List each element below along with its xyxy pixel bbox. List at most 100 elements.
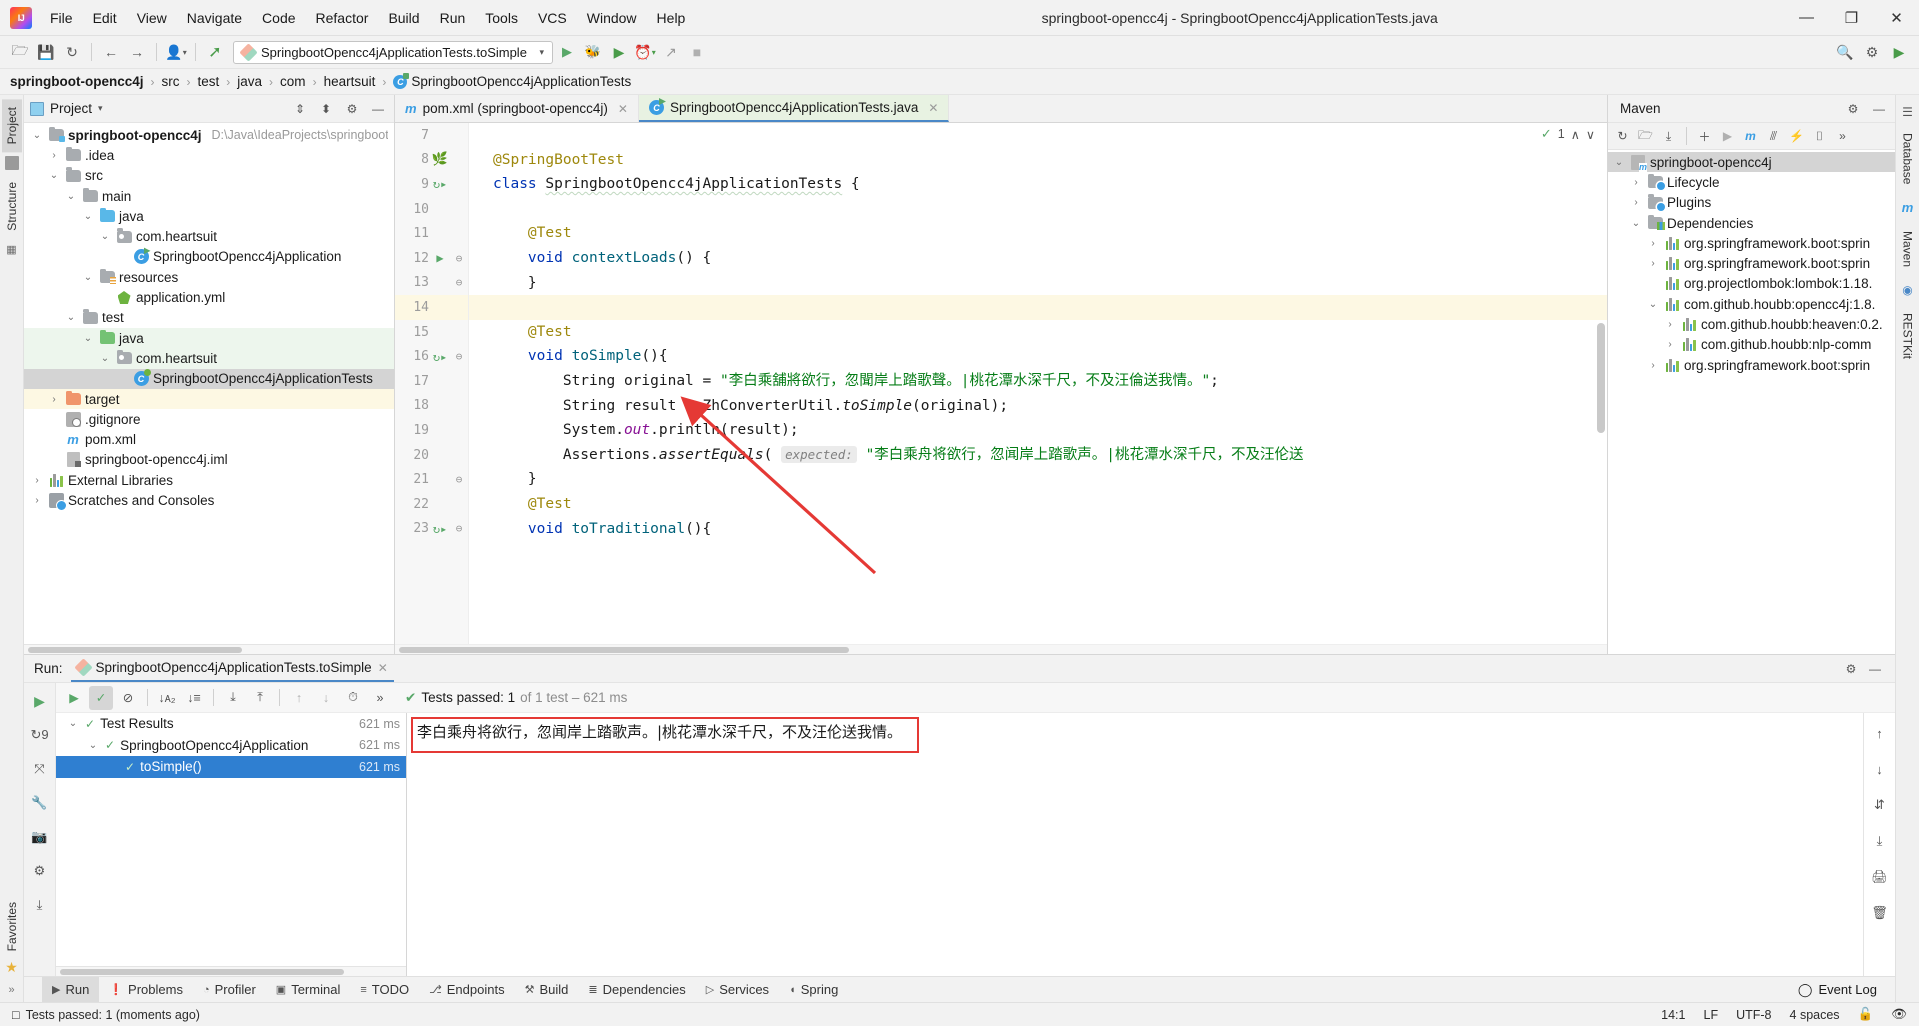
gutter-line[interactable]: 23 ↻▸ ⊖	[395, 517, 468, 542]
gutter-line[interactable]: 16 ↻▸ ⊖	[395, 344, 468, 369]
scroll-down-icon[interactable]: ↓	[1868, 757, 1892, 781]
tree-toggle-icon[interactable]: ⌄	[81, 333, 95, 344]
bottom-tab-services[interactable]: ▷ Services	[696, 977, 779, 1002]
run-hide-icon[interactable]: —	[1865, 659, 1885, 679]
project-tree-row[interactable]: C SpringbootOpencc4jApplication	[24, 247, 394, 267]
maven-tree-row[interactable]: › com.github.houbb:nlp-comm	[1608, 335, 1895, 355]
gutter-line[interactable]: 9 ↻▸	[395, 172, 468, 197]
breadcrumb-item-1[interactable]: src	[162, 74, 180, 89]
run-settings-icon[interactable]: ⚙	[1841, 659, 1861, 679]
add-maven-project-icon[interactable]: ＋	[1694, 126, 1715, 147]
tree-toggle-icon[interactable]: ⌄	[81, 272, 95, 283]
toggle-skip-tests-icon[interactable]: ⚡	[1786, 126, 1807, 147]
maven-tree-row[interactable]: › Lifecycle	[1608, 172, 1895, 192]
hide-panel-icon[interactable]: —	[368, 99, 388, 119]
breadcrumb-item-5[interactable]: heartsuit	[324, 74, 376, 89]
tree-toggle-icon[interactable]: ⌄	[86, 740, 100, 751]
code-line[interactable]: @SpringBootTest	[469, 148, 1607, 173]
maven-tree-row[interactable]: ⌄ com.github.houbb:opencc4j:1.8.	[1608, 294, 1895, 314]
menu-code[interactable]: Code	[252, 6, 305, 30]
run-test-gutter-icon[interactable]: ↻▸	[433, 350, 447, 364]
code-line[interactable]: void toSimple(){	[469, 344, 1607, 369]
scroll-up-icon[interactable]: ↑	[1868, 721, 1892, 745]
menu-refactor[interactable]: Refactor	[306, 6, 379, 30]
tree-toggle-icon[interactable]: ›	[30, 495, 44, 506]
export-icon[interactable]: ⤓	[28, 893, 52, 917]
tree-toggle-icon[interactable]: ›	[47, 394, 61, 405]
menu-tools[interactable]: Tools	[475, 6, 528, 30]
breadcrumb-item-0[interactable]: springboot-opencc4j	[10, 74, 144, 89]
breadcrumb-item-6[interactable]: C SpringbootOpencc4jApplicationTests	[393, 72, 631, 89]
console-output[interactable]: 李白乘舟将欲行，忽闻岸上踏歌声。|桃花潭水深千尺，不及汪伦送我情。	[407, 713, 1863, 976]
run-button[interactable]: ▶	[555, 40, 579, 64]
profiler-button[interactable]: ⏰ ▾	[633, 40, 657, 64]
bottom-tab-todo[interactable]: ≡ TODO	[350, 977, 419, 1002]
navigate-back-icon[interactable]: ←	[99, 40, 123, 64]
settings-icon[interactable]: ⚙	[1860, 40, 1884, 64]
menu-edit[interactable]: Edit	[83, 6, 127, 30]
inspection-prev-icon[interactable]: ∧	[1571, 127, 1580, 142]
run-with-coverage-button[interactable]: ▶	[607, 40, 631, 64]
next-failed-button[interactable]: ↓	[314, 686, 338, 710]
caret-position[interactable]: 14:1	[1661, 1008, 1685, 1022]
bottom-tab-problems[interactable]: ❗ Problems	[99, 977, 193, 1002]
project-tree-row[interactable]: ⌄ main	[24, 186, 394, 206]
tree-toggle-icon[interactable]: ⌄	[64, 312, 78, 323]
maven-tree-row[interactable]: › org.springframework.boot:sprin	[1608, 355, 1895, 375]
tree-toggle-icon[interactable]: ›	[1646, 258, 1660, 269]
sort-alphabetically-button[interactable]: ↓ᴀ₂	[155, 686, 179, 710]
search-everywhere-icon[interactable]: 🔍	[1833, 40, 1857, 64]
breadcrumb-item-2[interactable]: test	[198, 74, 220, 89]
gutter-line[interactable]: 11	[395, 221, 468, 246]
collapse-all-button[interactable]: ⤒	[248, 686, 272, 710]
run-test-gutter-icon[interactable]: ↻▸	[433, 177, 447, 191]
run-method-gutter-icon[interactable]: ▶	[436, 251, 443, 265]
code-line[interactable]: }	[469, 271, 1607, 296]
attach-button[interactable]: ↗	[659, 40, 683, 64]
rail-tab-project[interactable]: Project	[1, 99, 22, 153]
expand-all-icon[interactable]: ⌷	[1809, 126, 1830, 147]
project-tree-row[interactable]: ⌄ resources	[24, 267, 394, 287]
code-line[interactable]: }	[469, 467, 1607, 492]
project-tree-row[interactable]: ⌄ springboot-opencc4j D:\Java\IdeaProjects…	[24, 125, 394, 145]
tree-toggle-icon[interactable]: ›	[1629, 177, 1643, 188]
code-line[interactable]: String original = "李白乘舖將欲行，忽聞岸上踏歌聲。|桃花潭水…	[469, 369, 1607, 394]
lock-icon[interactable]: 🔓	[1858, 1007, 1874, 1022]
profile-icon[interactable]: 👤 ▾	[164, 40, 188, 64]
close-icon[interactable]: ✕	[928, 101, 938, 115]
test-result-row[interactable]: ✓ toSimple() 621 ms	[56, 756, 406, 778]
breadcrumb-item-3[interactable]: java	[237, 74, 262, 89]
scroll-to-end-icon[interactable]: ⤓	[1868, 829, 1892, 853]
project-tree-row[interactable]: ⌄ java	[24, 206, 394, 226]
code-fold-icon[interactable]: ⊖	[451, 473, 467, 486]
editor-vscrollbar[interactable]	[1595, 123, 1607, 644]
tree-toggle-icon[interactable]: ⌄	[1612, 157, 1626, 168]
test-result-row[interactable]: ⌄ ✓ SpringbootOpencc4jApplication 621 ms	[56, 735, 406, 757]
project-tree-row[interactable]: › Scratches and Consoles	[24, 490, 394, 511]
editor-gutter[interactable]: 7 8 🌿 9 ↻▸ 10 11 12 ▶ ⊖ 13 ⊖ 14 15 16 ↻▸ ⊖ 17 18 19 20 21 ⊖ 22 2…	[395, 123, 469, 644]
run-test-gutter-icon[interactable]: ↻▸	[433, 522, 447, 536]
gutter-line[interactable]: 14	[395, 295, 468, 320]
test-result-row[interactable]: ⌄ ✓ Test Results 621 ms	[56, 713, 406, 735]
sync-icon[interactable]: ↻	[60, 40, 84, 64]
code-line[interactable]: @Test	[469, 492, 1607, 517]
rail-tab-maven[interactable]: Maven	[1898, 223, 1918, 275]
gutter-line[interactable]: 8 🌿	[395, 148, 468, 173]
prev-failed-button[interactable]: ↑	[287, 686, 311, 710]
minimize-button[interactable]: —	[1784, 0, 1829, 36]
code-line[interactable]	[469, 123, 1607, 148]
show-ignored-toggle[interactable]: ⊘	[116, 686, 140, 710]
gutter-line[interactable]: 12 ▶ ⊖	[395, 246, 468, 271]
maven-tree-row[interactable]: ⌄ Dependencies	[1608, 213, 1895, 233]
project-tree-row[interactable]: ⌄ java	[24, 327, 394, 349]
code-line[interactable]: void contextLoads() {	[469, 246, 1607, 271]
close-icon[interactable]: ✕	[618, 102, 628, 116]
breadcrumb-item-4[interactable]: com	[280, 74, 306, 89]
indent-setting[interactable]: 4 spaces	[1790, 1008, 1840, 1022]
gutter-line[interactable]: 22	[395, 492, 468, 517]
bottom-tab-dependencies[interactable]: ≣ Dependencies	[578, 977, 695, 1002]
code-line[interactable]: @Test	[469, 320, 1607, 345]
settings-icon[interactable]: ⚙	[28, 859, 52, 883]
project-tree-row[interactable]: ⌄ com.heartsuit	[24, 348, 394, 369]
code-fold-icon[interactable]: ⊖	[451, 252, 467, 265]
